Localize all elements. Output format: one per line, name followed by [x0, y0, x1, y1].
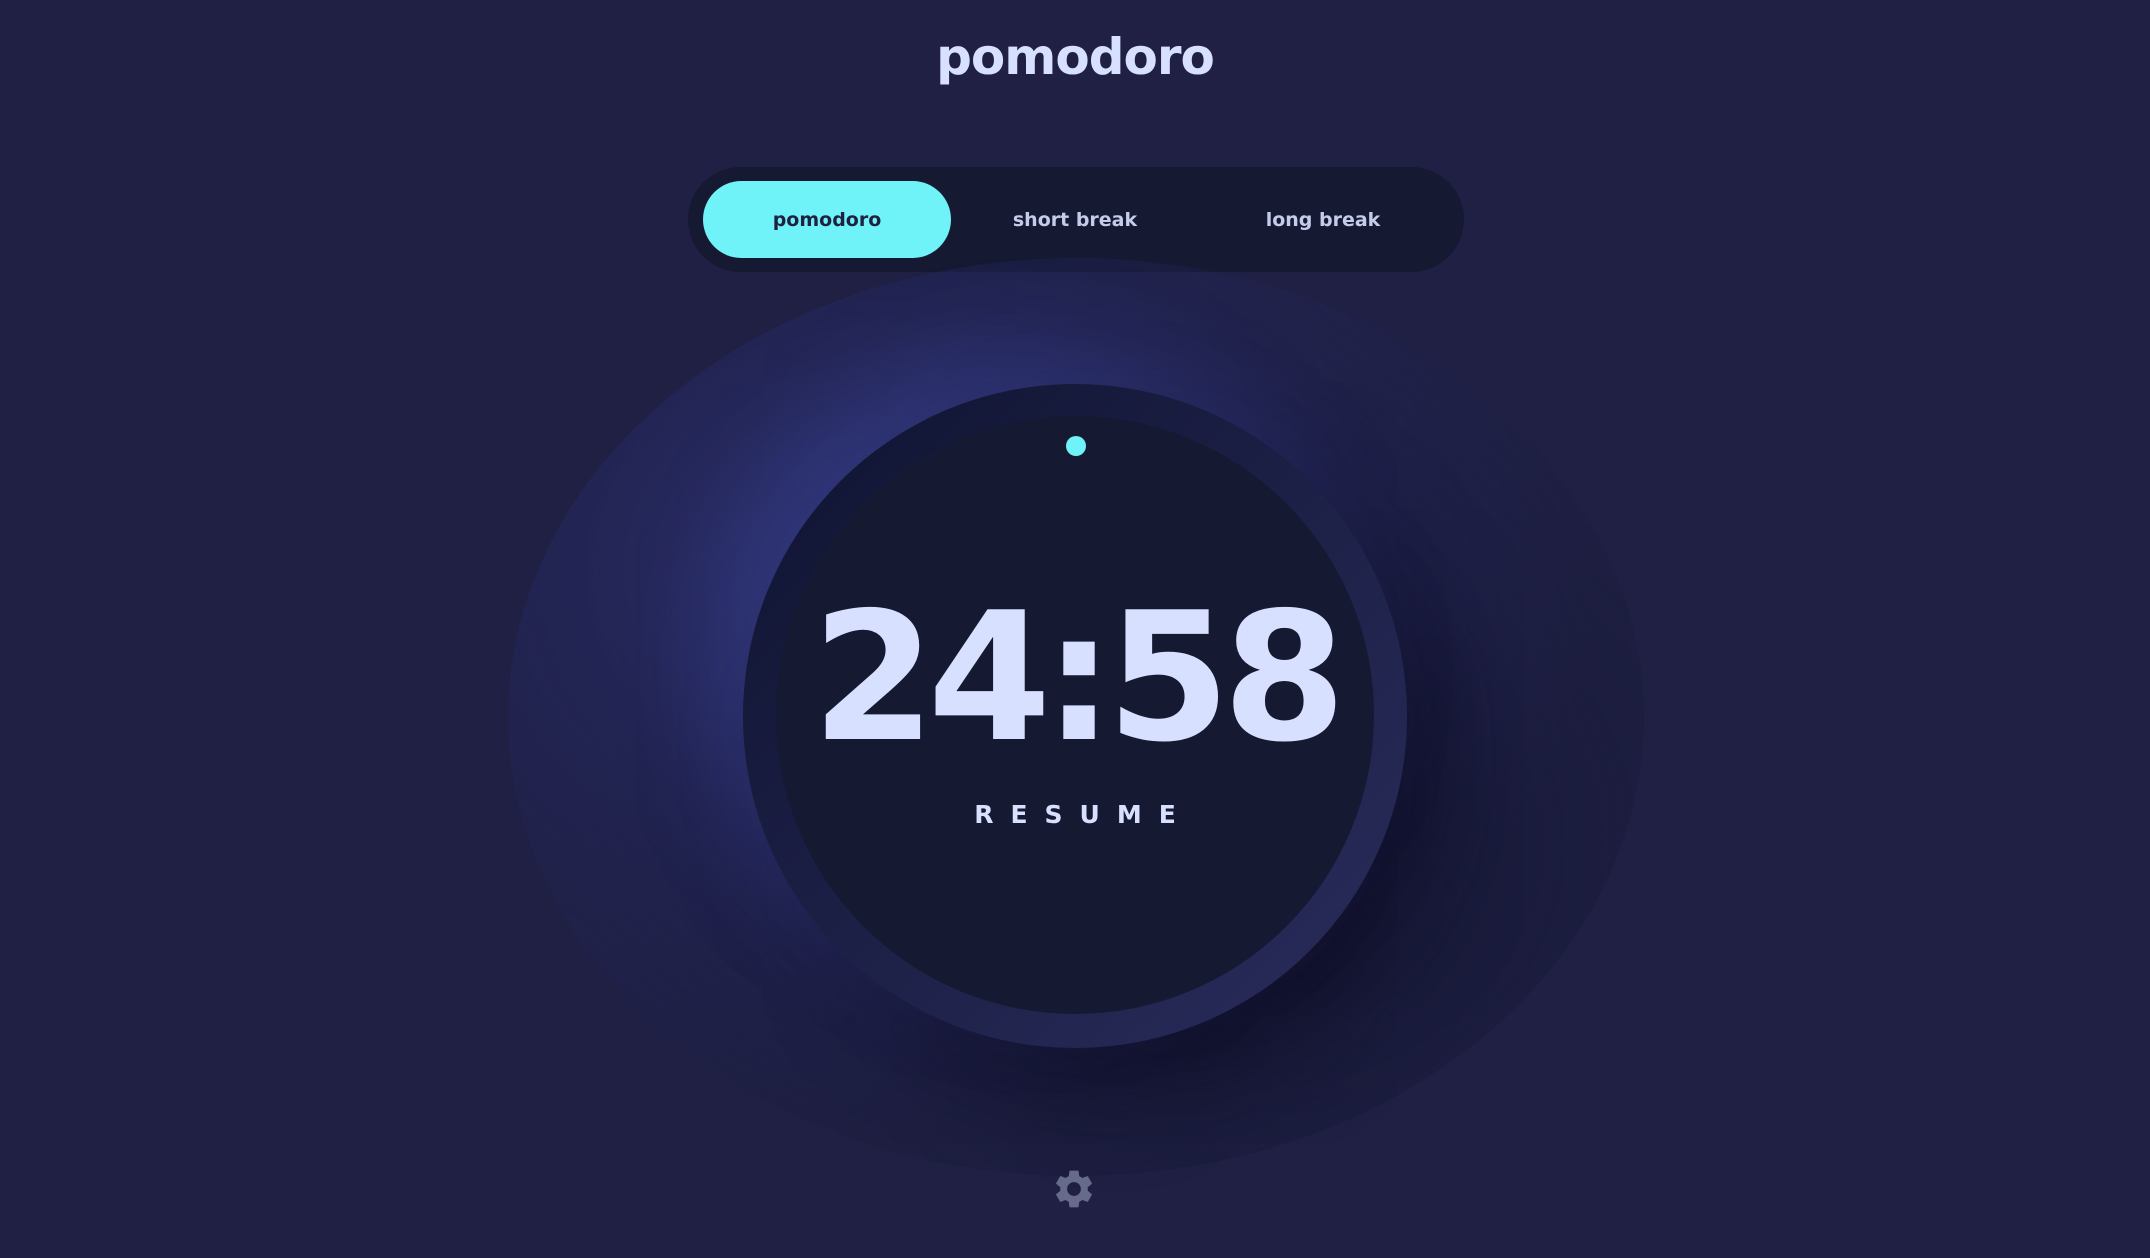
resume-button[interactable]: RESUME	[776, 800, 1374, 829]
settings-button[interactable]	[1049, 1164, 1099, 1214]
pomodoro-app: pomodoro pomodoro short break long break…	[0, 0, 2150, 1258]
tab-pomodoro[interactable]: pomodoro	[703, 181, 951, 258]
gear-icon	[1056, 1170, 1092, 1208]
mode-selector: pomodoro short break long break	[688, 167, 1464, 272]
progress-indicator	[1066, 436, 1086, 456]
time-remaining: 24:58	[811, 574, 1347, 781]
app-title: pomodoro	[936, 28, 1215, 86]
tab-short-break[interactable]: short break	[951, 181, 1199, 258]
tab-long-break[interactable]: long break	[1199, 181, 1447, 258]
